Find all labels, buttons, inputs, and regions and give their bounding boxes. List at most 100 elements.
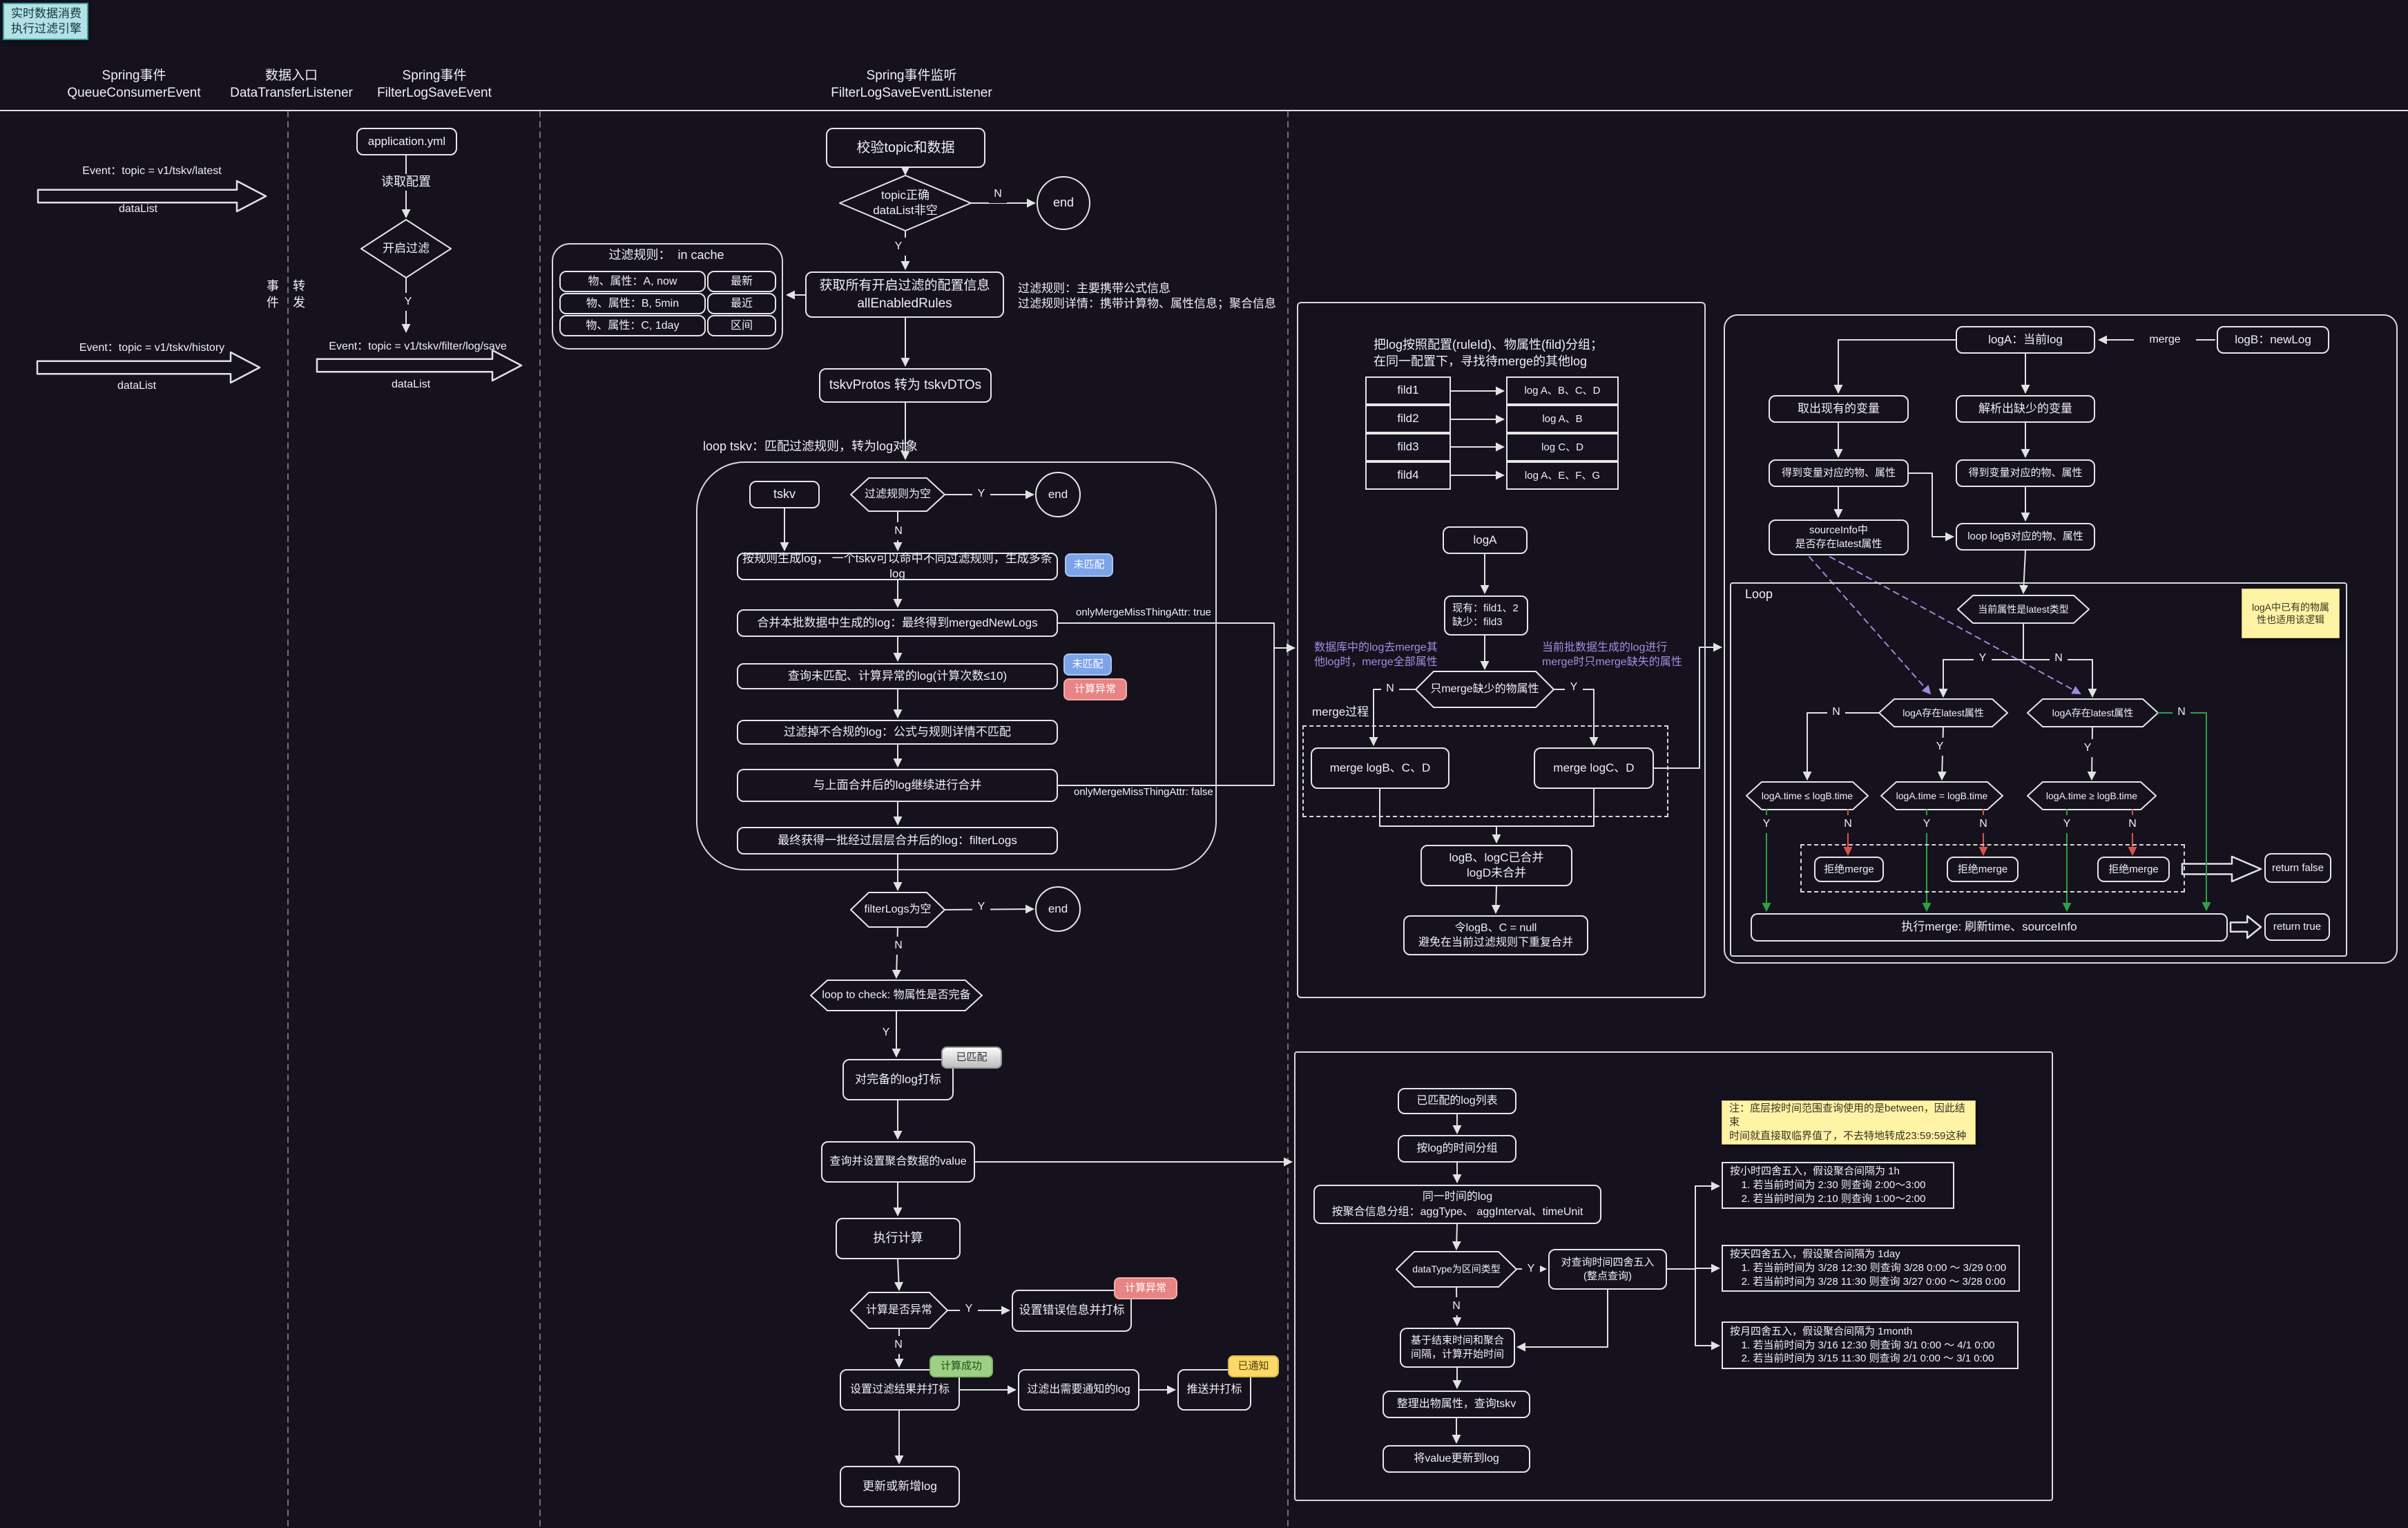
merge-batch-box-text-0: 合并本批数据中生成的log：最终得到mergedNewLogs bbox=[757, 615, 1037, 631]
calc-start-time-box: 基于结束时间和聚合间隔，计算开始时间 bbox=[1400, 1328, 1515, 1368]
query-unmatched-box-text-0: 查询未匹配、计算异常的log(计算次数≤10) bbox=[788, 669, 1007, 684]
return-true-box: return true bbox=[2264, 913, 2330, 941]
label-y-latest-type-text-0: Y bbox=[1979, 651, 1987, 665]
badge-calc-success: 计算成功 bbox=[930, 1355, 993, 1377]
purple-note-db-merge-text-1: 他log时，merge全部属性 bbox=[1314, 655, 1438, 669]
exec-merge-bar: 执行merge: 刷新time、sourceInfo bbox=[1751, 913, 2228, 942]
topic-ok-diamond: topic正确dataList非空 bbox=[840, 175, 971, 231]
fild2-cell-text-0: fild2 bbox=[1397, 411, 1418, 426]
lane-title-listener-text-0: Spring事件监听 bbox=[867, 67, 957, 84]
latest-type-hex: 当前属性是latest类型 bbox=[1958, 595, 2089, 623]
lane-title-filterlog-event: Spring事件FilterLogSaveEvent bbox=[351, 66, 517, 102]
datatype-range-hex: dataType为区间类型 bbox=[1396, 1252, 1516, 1287]
merge-process-label-text-0: merge过程 bbox=[1312, 705, 1369, 720]
event-history-datalist: dataList bbox=[88, 379, 185, 394]
cache-rule-c: 物、属性：C, 1day bbox=[559, 315, 706, 336]
set-result-box-text-0: 设置过滤结果并打标 bbox=[850, 1382, 950, 1397]
label-y-time1: Y bbox=[1757, 815, 1775, 833]
lifeline-label-event: 事件 bbox=[264, 274, 282, 316]
realtime-note-text-0: 实时数据消费 bbox=[11, 6, 81, 21]
reject-merge-2: 拒绝merge bbox=[1947, 857, 2019, 882]
badge-notified: 已通知 bbox=[1228, 1355, 1279, 1377]
fild3-cell-text-0: fild3 bbox=[1397, 439, 1418, 455]
time-eq-hex: logA.time = logB.time bbox=[1881, 782, 2003, 810]
get-enabled-rules-box-text-0: 获取所有开启过滤的配置信息 bbox=[819, 277, 990, 294]
merge-cd-box-text-0: merge logC、D bbox=[1553, 761, 1634, 776]
label-n-right-hex: N bbox=[2173, 703, 2190, 721]
label-y-topic-text-0: Y bbox=[895, 239, 903, 254]
label-y-check-text-0: Y bbox=[883, 1025, 890, 1040]
set-null-box-text-0: 令logB、C = null bbox=[1455, 921, 1537, 935]
loop-logb-attr-box-text-0: loop logB对应的物、属性 bbox=[1967, 530, 2083, 544]
hour-round-box-text-1: 1. 若当前时间为 2:30 则查询 2:00～3:00 bbox=[1730, 1178, 1925, 1192]
lane-title-data-transfer-text-1: DataTransferListener bbox=[230, 84, 353, 102]
hour-round-box-text-0: 按小时四舍五入，假设聚合间隔为 1h bbox=[1730, 1165, 1900, 1178]
badge-unmatched-1-text-0: 未匹配 bbox=[1073, 558, 1104, 572]
cache-tag-range-text-0: 区间 bbox=[731, 318, 753, 333]
label-y-time3-text-0: Y bbox=[2063, 816, 2071, 831]
loga-current-box-text-0: logA：当前log bbox=[1988, 332, 2063, 347]
tskv-protos-box: tskvProtos 转为 tskvDTOs bbox=[819, 368, 992, 403]
get-enabled-rules-box-text-1: allEnabledRules bbox=[857, 295, 952, 312]
group-annotation: 把log按照配置(ruleId)、物属性(fild)分组；在同一配置下，寻找待m… bbox=[1367, 334, 1664, 374]
cache-rule-c-text-0: 物、属性：C, 1day bbox=[586, 318, 679, 333]
enable-filter-diamond: 开启过滤 bbox=[361, 220, 451, 278]
purple-note-db-merge: 数据库中的log去merge其他log时，merge全部属性 bbox=[1307, 637, 1452, 673]
time-le-hex-text-0: logA.time ≤ logB.time bbox=[1762, 790, 1853, 802]
cache-rule-b-text-0: 物、属性：B, 5min bbox=[586, 296, 679, 311]
merge-edge-label: merge bbox=[2134, 332, 2196, 348]
filter-logs-box-text-0: 最终获得一批经过层层合并后的log：filterLogs bbox=[778, 833, 1017, 848]
end-circle-1: end bbox=[1037, 177, 1090, 229]
topic-ok-diamond-text-0: topic正确 bbox=[881, 188, 930, 203]
end-circle-2-text-0: end bbox=[1048, 487, 1068, 502]
mark-complete-box: 对完备的log打标 bbox=[842, 1059, 954, 1100]
between-note-text-0: 注：底层按时间范围查询使用的是between，因此结束 bbox=[1729, 1102, 1969, 1129]
label-n-calc: N bbox=[889, 1336, 907, 1354]
day-round-box: 按天四舍五入，假设聚合间隔为 1day 1. 若当前时间为 3/28 12:30… bbox=[1722, 1245, 2020, 1292]
day-round-box-text-1: 1. 若当前时间为 3/28 12:30 则查询 3/28 0:00 ～ 3/2… bbox=[1730, 1261, 2006, 1275]
loga-box-text-0: logA bbox=[1473, 533, 1496, 548]
round-query-time-box-text-0: 对查询时间四舍五入 bbox=[1561, 1256, 1654, 1270]
logb-new-box: logB：newLog bbox=[2217, 326, 2329, 354]
same-time-box-text-1: 按聚合信息分组：aggType、 aggInterval、timeUnit bbox=[1332, 1205, 1583, 1219]
enable-filter-diamond-text-0: 开启过滤 bbox=[383, 241, 430, 256]
label-n-rules-empty-text-0: N bbox=[894, 524, 903, 538]
application-yml-box-text-0: application.yml bbox=[368, 134, 445, 149]
time-eq-hex-text-0: logA.time = logB.time bbox=[1896, 790, 1988, 802]
loga-has-latest-right-hex-text-0: logA存在latest属性 bbox=[2052, 707, 2133, 719]
merge-edge-label-text-0: merge bbox=[2149, 332, 2180, 347]
event-save-datalist-text-0: dataList bbox=[392, 377, 430, 392]
fild2-cell: fild2 bbox=[1365, 405, 1451, 433]
parse-missing-box-text-0: 解析出缺少的变量 bbox=[1978, 401, 2072, 417]
loop-tskv-label: loop tskv：匹配过滤规则，转为log对象 bbox=[696, 438, 993, 456]
rules-empty-hex-text-0: 过滤规则为空 bbox=[865, 487, 931, 502]
badge-calc-error-2: 计算异常 bbox=[1114, 1277, 1177, 1299]
loga-box: logA bbox=[1443, 526, 1528, 554]
gen-log-box: 按规则生成log， 一个tskv可以命中不同过滤规则，生成多条log bbox=[737, 553, 1058, 580]
group-by-time-box-text-0: 按log的时间分组 bbox=[1416, 1141, 1497, 1156]
label-y-check: Y bbox=[877, 1024, 895, 1042]
group-annotation-text-0: 把log按照配置(ruleId)、物属性(fild)分组； bbox=[1374, 337, 1603, 354]
label-n-datatype: N bbox=[1447, 1297, 1465, 1315]
exec-calc-box: 执行计算 bbox=[836, 1218, 961, 1259]
label-n-latest-type: N bbox=[2050, 649, 2068, 667]
label-n-time1-text-0: N bbox=[1844, 816, 1852, 831]
same-time-box: 同一时间的log按聚合信息分组：aggType、 aggInterval、tim… bbox=[1313, 1185, 1601, 1224]
merged-state-box-text-1: logD未合并 bbox=[1467, 866, 1526, 881]
end-circle-2: end bbox=[1036, 472, 1080, 517]
take-vars-box: 取出现有的变量 bbox=[1769, 395, 1909, 423]
lifeline-label-forward: 转发 bbox=[290, 274, 308, 316]
between-note-text-1: 时间就直接取临界值了，不去特地转成23:59:59这种 bbox=[1729, 1129, 1966, 1143]
label-y-time3: Y bbox=[2058, 815, 2076, 833]
event-latest-label: Event：topic = v1/tskv/latest bbox=[41, 163, 262, 180]
label-y-miss: Y bbox=[1565, 678, 1583, 696]
badge-calc-success-text-0: 计算成功 bbox=[941, 1359, 982, 1373]
loop-inner-container bbox=[1730, 582, 2347, 957]
cache-tag-latest: 最新 bbox=[707, 271, 776, 292]
loga-note-text-1: 性也适用该逻辑 bbox=[2257, 613, 2324, 626]
cache-rule-b: 物、属性：B, 5min bbox=[559, 293, 706, 314]
badge-matched: 已匹配 bbox=[941, 1047, 1002, 1069]
label-y-filterlogs: Y bbox=[972, 898, 990, 916]
label-y-left-hex-text-0: Y bbox=[1936, 739, 1944, 754]
only-miss-attr-hex-text-0: 只merge缺少的物属性 bbox=[1430, 682, 1539, 696]
